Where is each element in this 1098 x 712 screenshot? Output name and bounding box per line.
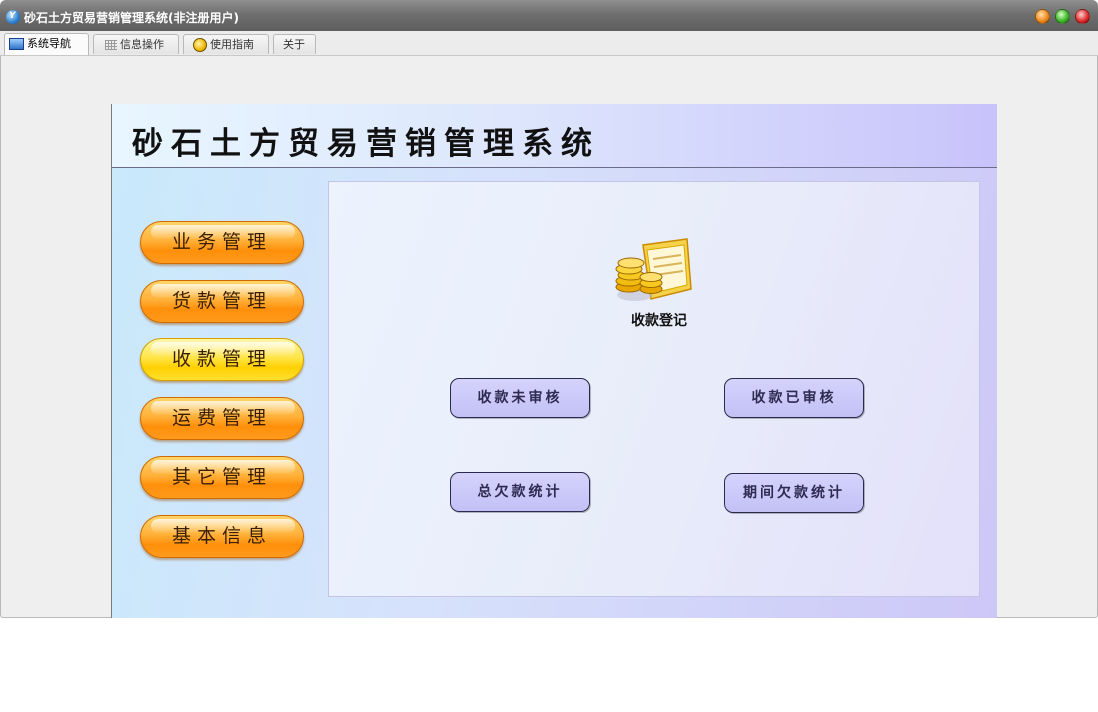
window-title: 砂石土方贸易营销管理系统(非注册用户) xyxy=(24,11,239,25)
menu-other-management[interactable]: 其它管理 xyxy=(140,456,304,499)
menu-label: 基本信息 xyxy=(171,525,272,547)
title-bar[interactable]: Y 砂石土方贸易营销管理系统(非注册用户) xyxy=(0,0,1098,31)
tab-label: 关于 xyxy=(283,38,305,51)
menu-label: 业务管理 xyxy=(171,231,272,253)
menu-business-management[interactable]: 业务管理 xyxy=(140,221,304,264)
coins-ledger-icon[interactable] xyxy=(613,237,693,305)
tab-label: 使用指南 xyxy=(210,38,254,51)
minimize-icon[interactable] xyxy=(1035,9,1050,24)
receipt-audited-button[interactable]: 收款已审核 xyxy=(724,378,864,418)
receipt-registration-label[interactable]: 收款登记 xyxy=(609,310,709,330)
period-arrears-stats-button[interactable]: 期间欠款统计 xyxy=(724,473,864,513)
banner: 砂石土方贸易营销管理系统 xyxy=(112,104,997,168)
tab-bar: 系统导航 信息操作 使用指南 关于 xyxy=(0,31,1098,56)
menu-basic-info[interactable]: 基本信息 xyxy=(140,515,304,558)
grid-icon xyxy=(105,40,117,50)
monitor-icon xyxy=(9,38,24,50)
content-area: 收款登记 收款未审核 收款已审核 总欠款统计 期间欠款统计 xyxy=(328,181,980,597)
tab-info-operation[interactable]: 信息操作 xyxy=(93,34,179,54)
tab-label: 系统导航 xyxy=(27,37,71,50)
tab-user-guide[interactable]: 使用指南 xyxy=(183,34,269,54)
total-arrears-stats-button[interactable]: 总欠款统计 xyxy=(450,472,590,512)
receipt-unaudited-button[interactable]: 收款未审核 xyxy=(450,378,590,418)
app-logo-icon[interactable]: Y xyxy=(6,10,20,24)
menu-payment-management[interactable]: 货款管理 xyxy=(140,280,304,323)
menu-label: 货款管理 xyxy=(171,290,272,312)
main-panel: 砂石土方贸易营销管理系统 业务管理 货款管理 收款管理 运费管理 其它管理 基本… xyxy=(111,104,997,618)
tab-system-navigation[interactable]: 系统导航 xyxy=(4,33,89,55)
menu-freight-management[interactable]: 运费管理 xyxy=(140,397,304,440)
app-window: Y 砂石土方贸易营销管理系统(非注册用户) 系统导航 信息操作 使用指南 关于 … xyxy=(0,0,1098,618)
close-icon[interactable] xyxy=(1075,9,1090,24)
system-title: 砂石土方贸易营销管理系统 xyxy=(132,126,600,162)
menu-label: 运费管理 xyxy=(171,407,272,429)
menu-receipt-management[interactable]: 收款管理 xyxy=(140,338,304,381)
menu-label: 收款管理 xyxy=(171,348,272,370)
tab-about[interactable]: 关于 xyxy=(273,34,316,54)
tab-label: 信息操作 xyxy=(120,38,164,51)
guide-icon xyxy=(193,38,207,52)
menu-label: 其它管理 xyxy=(171,466,272,488)
maximize-icon[interactable] xyxy=(1055,9,1070,24)
